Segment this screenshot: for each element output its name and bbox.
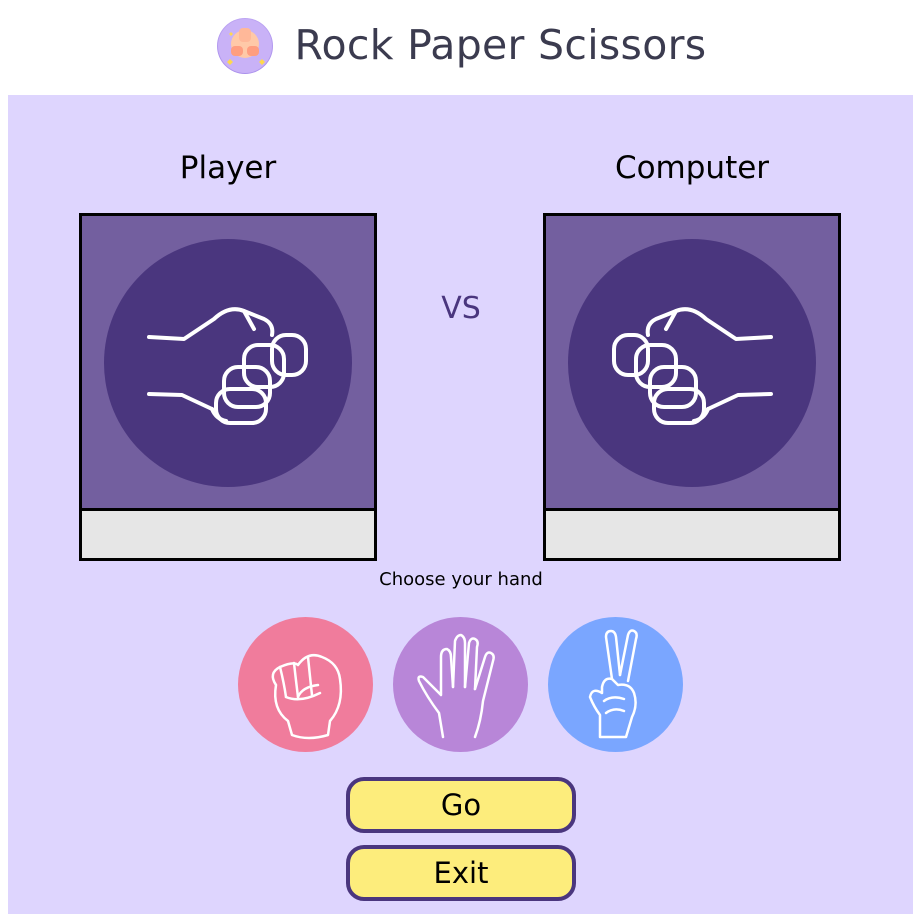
player-result xyxy=(82,508,374,558)
player-hand-display xyxy=(104,239,352,487)
computer-result xyxy=(546,508,838,558)
app-title: Rock Paper Scissors xyxy=(294,20,707,69)
computer-label: Computer xyxy=(614,150,770,186)
hands-logo-icon xyxy=(216,17,273,74)
exit-button[interactable]: Exit xyxy=(346,845,576,901)
choose-prompt: Choose your hand xyxy=(379,569,543,590)
player-card xyxy=(79,213,377,561)
peace-hand-icon xyxy=(588,629,638,739)
fist-icon xyxy=(147,307,308,425)
go-button[interactable]: Go xyxy=(346,777,576,833)
open-hand-icon xyxy=(417,633,495,739)
computer-hand-display xyxy=(568,239,816,487)
rock-choice-button[interactable] xyxy=(238,617,373,752)
fist-icon xyxy=(612,307,773,425)
computer-card xyxy=(543,213,841,561)
app-header: Rock Paper Scissors xyxy=(0,0,923,95)
paper-choice-button[interactable] xyxy=(393,617,528,752)
scissors-choice-button[interactable] xyxy=(548,617,683,752)
vs-label: VS xyxy=(441,291,481,326)
fist-icon xyxy=(271,654,343,740)
player-label: Player xyxy=(179,150,277,186)
